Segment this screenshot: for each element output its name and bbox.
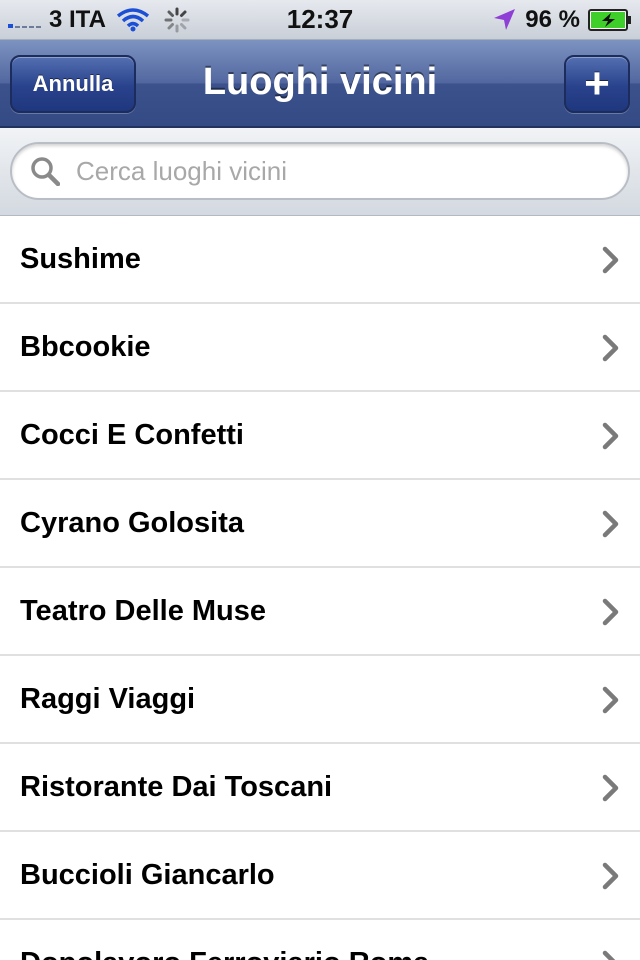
add-place-button[interactable]: + xyxy=(564,55,630,113)
plus-icon: + xyxy=(584,59,610,108)
place-name: Dopolavoro Ferroviario Roma xyxy=(20,947,429,960)
search-field[interactable] xyxy=(10,142,630,200)
chevron-right-icon xyxy=(602,510,619,538)
chevron-right-icon xyxy=(602,774,619,802)
list-item[interactable]: Teatro Delle Muse xyxy=(0,568,640,656)
places-list: Sushime Bbcookie Cocci E Confetti Cyrano… xyxy=(0,216,640,960)
chevron-right-icon xyxy=(602,598,619,626)
chevron-right-icon xyxy=(602,950,616,960)
search-input[interactable] xyxy=(76,155,576,187)
place-name: Sushime xyxy=(20,242,141,275)
list-item[interactable]: Cocci E Confetti xyxy=(0,392,640,480)
chevron-right-icon xyxy=(602,246,619,274)
cancel-button[interactable]: Annulla xyxy=(10,55,136,113)
search-bar xyxy=(0,128,640,216)
chevron-right-icon xyxy=(602,862,619,890)
search-icon xyxy=(31,157,60,186)
list-item[interactable]: Buccioli Giancarlo xyxy=(0,832,640,920)
clock: 12:37 xyxy=(286,4,354,34)
place-name: Buccioli Giancarlo xyxy=(20,858,275,891)
list-item[interactable]: Ristorante Dai Toscani xyxy=(0,744,640,832)
place-name: Raggi Viaggi xyxy=(20,682,196,715)
list-item[interactable]: Dopolavoro Ferroviario Roma xyxy=(0,920,640,960)
list-item[interactable]: Bbcookie xyxy=(0,304,640,392)
place-name: Ristorante Dai Toscani xyxy=(20,770,333,803)
place-name: Teatro Delle Muse xyxy=(20,594,267,627)
list-item[interactable]: Raggi Viaggi xyxy=(0,656,640,744)
status-bar: 3 ITA 12:37 96 % xyxy=(0,0,640,40)
nav-bar: Luoghi vicini Annulla + xyxy=(0,40,640,128)
list-item[interactable]: Cyrano Golosita xyxy=(0,480,640,568)
chevron-right-icon xyxy=(602,422,619,450)
place-name: Bbcookie xyxy=(20,330,151,363)
chevron-right-icon xyxy=(602,686,619,714)
place-name: Cocci E Confetti xyxy=(20,418,244,451)
place-name: Cyrano Golosita xyxy=(20,506,244,539)
list-item[interactable]: Sushime xyxy=(0,216,640,304)
chevron-right-icon xyxy=(602,334,619,362)
